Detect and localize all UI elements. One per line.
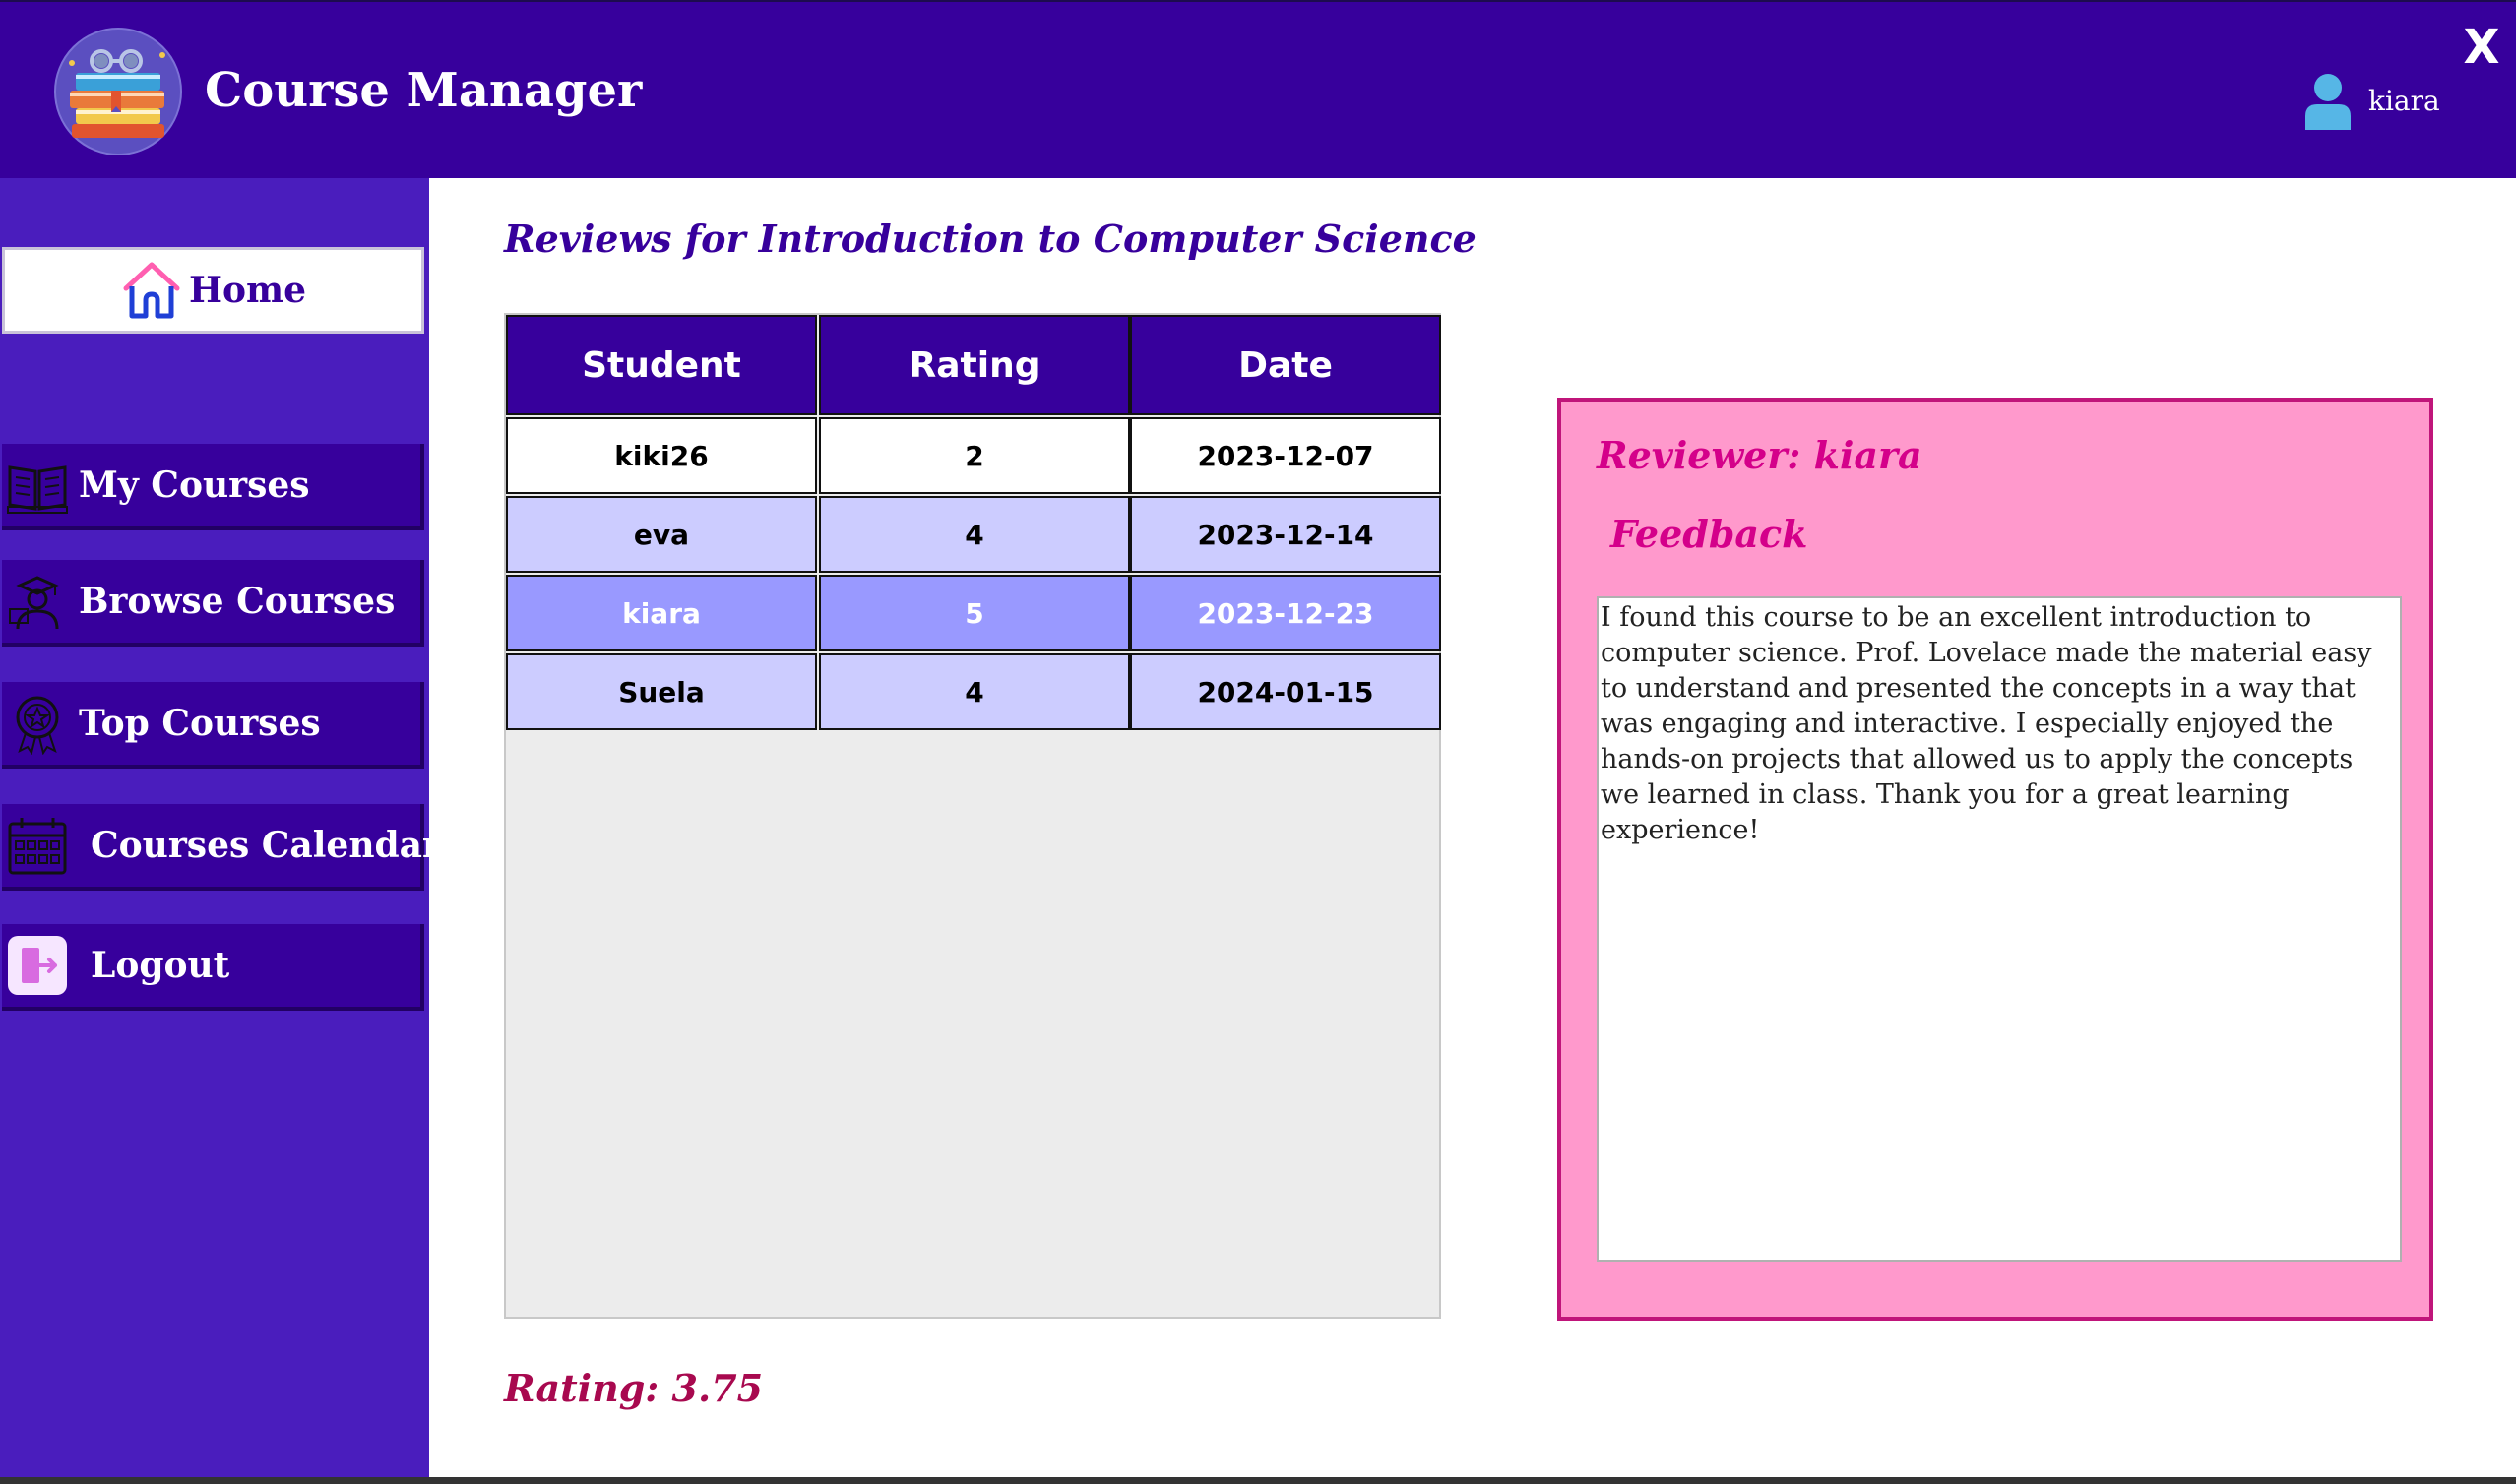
average-rating: Rating: 3.75 <box>504 1366 764 1410</box>
table-cell-rating[interactable]: 2 <box>819 417 1130 494</box>
sidebar-item-my-courses[interactable]: My Courses <box>2 444 424 530</box>
sidebar-item-browse-courses[interactable]: Browse Courses <box>2 560 424 647</box>
title-bar: Course Manager kiara X <box>0 0 2516 178</box>
reviewer-label: Reviewer: kiara <box>1597 433 1922 477</box>
table-cell-rating[interactable]: 5 <box>819 575 1130 651</box>
app-title: Course Manager <box>205 63 643 118</box>
table-cell-student[interactable]: kiki26 <box>506 417 817 494</box>
sidebar-item-courses-calendar[interactable]: Courses Calendar <box>2 804 441 891</box>
user-avatar-icon <box>2305 74 2351 130</box>
column-header-date[interactable]: Date <box>1130 315 1441 415</box>
sidebar-item-label: Home <box>188 270 307 311</box>
window-bottom-border <box>0 1477 2516 1484</box>
sidebar: Home My Courses Browse Courses Top Cours… <box>0 178 441 1477</box>
books-logo-icon <box>54 28 182 155</box>
table-cell-date[interactable]: 2023-12-14 <box>1130 496 1441 573</box>
column-header-rating[interactable]: Rating <box>819 315 1130 415</box>
sidebar-item-top-courses[interactable]: Top Courses <box>2 682 424 769</box>
table-cell-rating[interactable]: 4 <box>819 496 1130 573</box>
page-title: Reviews for Introduction to Computer Sci… <box>504 216 1477 261</box>
table-cell-date[interactable]: 2024-01-15 <box>1130 653 1441 730</box>
feedback-panel: Reviewer: kiara Feedback I found this co… <box>1557 398 2433 1321</box>
award-badge-icon <box>16 696 59 755</box>
sidebar-item-logout[interactable]: Logout <box>2 924 424 1011</box>
table-cell-date[interactable]: 2023-12-23 <box>1130 575 1441 651</box>
table-cell-date[interactable]: 2023-12-07 <box>1130 417 1441 494</box>
table-cell-rating[interactable]: 4 <box>819 653 1130 730</box>
home-icon <box>123 262 180 319</box>
book-icon <box>7 465 68 514</box>
sidebar-item-label: Top Courses <box>79 703 321 744</box>
teacher-icon <box>9 576 59 630</box>
close-button[interactable]: X <box>2459 20 2504 75</box>
table-cell-student[interactable]: kiara <box>506 575 817 651</box>
feedback-heading: Feedback <box>1610 512 1808 556</box>
sidebar-item-label: Courses Calendar <box>91 825 441 866</box>
feedback-text-area[interactable]: I found this course to be an excellent i… <box>1597 596 2402 1262</box>
reviews-table: Student Rating Date kiki26 2 2023-12-07 eva… <box>504 313 1441 1319</box>
user-name: kiara <box>2368 85 2440 117</box>
sidebar-item-label: Logout <box>91 945 230 986</box>
calendar-icon <box>8 818 67 875</box>
table-cell-student[interactable]: eva <box>506 496 817 573</box>
logout-icon <box>8 936 67 995</box>
sidebar-item-home[interactable]: Home <box>2 247 424 334</box>
sidebar-item-label: Browse Courses <box>79 581 396 622</box>
column-header-student[interactable]: Student <box>506 315 817 415</box>
table-cell-student[interactable]: Suela <box>506 653 817 730</box>
sidebar-item-label: My Courses <box>79 464 310 506</box>
